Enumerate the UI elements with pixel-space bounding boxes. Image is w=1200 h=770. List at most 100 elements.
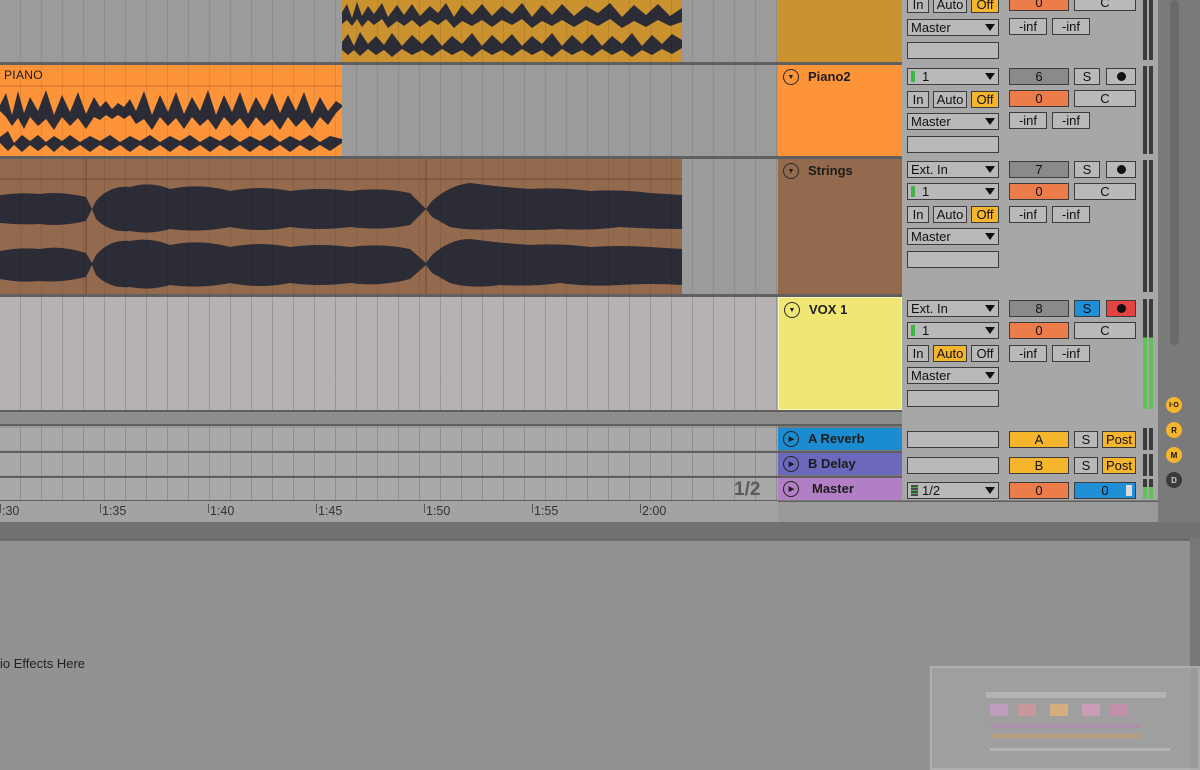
vertical-scrollbar[interactable] [1170, 0, 1179, 345]
play-icon[interactable]: ▶ [783, 481, 799, 497]
play-icon[interactable]: ▶ [783, 431, 799, 447]
track-title-piano2[interactable]: ▼ Piano2 [778, 65, 902, 156]
output-channel-field[interactable] [907, 136, 999, 153]
solo-button[interactable]: S [1074, 161, 1100, 178]
input-type-dropdown[interactable]: Ext. In [907, 300, 999, 317]
master-track[interactable]: ▶ Master [778, 478, 902, 500]
arm-button[interactable] [1106, 68, 1136, 85]
fold-icon[interactable]: ▼ [784, 302, 800, 318]
send-b-field[interactable]: -inf [1052, 112, 1090, 129]
fold-icon[interactable]: ▼ [783, 163, 799, 179]
fold-icon[interactable]: ▼ [783, 69, 799, 85]
audio-clip-top[interactable] [342, 0, 682, 62]
arm-button[interactable] [1106, 161, 1136, 178]
thumbnail-clip [1110, 704, 1128, 716]
level-meter [1149, 428, 1153, 450]
vox-lane[interactable] [0, 297, 778, 410]
track-title-vox1[interactable]: ▼ VOX 1 [778, 297, 902, 410]
monitor-off-button[interactable]: Off [971, 206, 999, 223]
monitor-auto-button[interactable]: Auto [933, 206, 967, 223]
arm-button[interactable] [1106, 300, 1136, 317]
pan-field[interactable]: C [1074, 90, 1136, 107]
volume-field[interactable]: 0 [1009, 322, 1069, 339]
return-lane-a[interactable] [0, 428, 778, 450]
track-number[interactable]: 6 [1009, 68, 1069, 85]
input-type-dropdown[interactable]: Ext. In [907, 161, 999, 178]
master-name: Master [812, 481, 854, 496]
send-b-field[interactable]: -inf [1052, 206, 1090, 223]
ruler-tick: 1:50 [423, 504, 451, 518]
cue-label: 1/2 [922, 483, 941, 498]
input-channel-dropdown[interactable]: 1 [907, 183, 999, 200]
monitor-auto-button[interactable]: Auto [933, 91, 967, 108]
returns-toggle-button[interactable]: R [1166, 422, 1182, 438]
return-output-field[interactable] [907, 431, 999, 448]
send-a-field[interactable]: -inf [1009, 18, 1047, 35]
thumbnail-clip [1050, 704, 1068, 716]
post-button[interactable]: Post [1102, 431, 1136, 448]
output-channel-field[interactable] [907, 251, 999, 268]
monitor-auto-button[interactable]: Auto [933, 0, 967, 13]
monitor-in-button[interactable]: In [907, 206, 929, 223]
output-dropdown[interactable]: Master [907, 367, 999, 384]
play-icon[interactable]: ▶ [783, 456, 799, 472]
monitor-in-button[interactable]: In [907, 345, 929, 362]
level-meter [1143, 428, 1147, 450]
ruler-tick: 1:35 [99, 504, 127, 518]
solo-button[interactable]: S [1074, 457, 1098, 474]
input-channel-label: 1 [922, 69, 930, 84]
return-track-a-reverb[interactable]: ▶ A Reverb [778, 428, 902, 450]
master-pan-field[interactable]: 0 [1074, 482, 1136, 499]
solo-button[interactable]: S [1074, 431, 1098, 448]
return-letter[interactable]: B [1009, 457, 1069, 474]
cue-out-dropdown[interactable]: 1/2 [907, 482, 999, 499]
delay-toggle-button[interactable]: D [1166, 472, 1182, 488]
send-a-field[interactable]: -inf [1009, 206, 1047, 223]
time-ruler[interactable]: :30 1:35 1:40 1:45 1:50 1:55 2:00 [0, 500, 778, 522]
monitor-off-button[interactable]: Off [971, 345, 999, 362]
monitor-auto-button[interactable]: Auto [933, 345, 967, 362]
volume-field[interactable]: 0 [1009, 90, 1069, 107]
chevron-down-icon [985, 188, 995, 195]
audio-clip-piano[interactable]: PIANO [0, 65, 342, 156]
panel-splitter[interactable] [0, 522, 1200, 538]
input-channel-dropdown[interactable]: 1 [907, 322, 999, 339]
solo-button[interactable]: S [1074, 68, 1100, 85]
return-lane-b[interactable] [0, 453, 778, 475]
pan-field[interactable]: C [1074, 183, 1136, 200]
send-b-field[interactable]: -inf [1052, 345, 1090, 362]
track-number[interactable]: 7 [1009, 161, 1069, 178]
return-letter[interactable]: A [1009, 431, 1069, 448]
return-output-field[interactable] [907, 457, 999, 474]
output-dropdown[interactable]: Master [907, 19, 999, 36]
output-dropdown[interactable]: Master [907, 228, 999, 245]
audio-clip-strings[interactable] [0, 159, 682, 294]
track-title-strings[interactable]: ▼ Strings [778, 159, 902, 294]
monitor-in-button[interactable]: In [907, 91, 929, 108]
master-volume-field[interactable]: 0 [1009, 482, 1069, 499]
output-channel-field[interactable] [907, 42, 999, 59]
mixer-toggle-button[interactable]: M [1166, 447, 1182, 463]
input-channel-dropdown[interactable]: 1 [907, 68, 999, 85]
io-toggle-button[interactable]: I·O [1166, 397, 1182, 413]
master-lane[interactable] [0, 478, 778, 500]
monitor-in-button[interactable]: In [907, 0, 929, 13]
output-channel-field[interactable] [907, 390, 999, 407]
post-button[interactable]: Post [1102, 457, 1136, 474]
thumbnail-row [990, 734, 1140, 738]
track-number[interactable]: 8 [1009, 300, 1069, 317]
volume-field[interactable]: 0 [1009, 0, 1069, 11]
thumbnail-clip [1018, 704, 1036, 716]
solo-button[interactable]: S [1074, 300, 1100, 317]
send-a-field[interactable]: -inf [1009, 112, 1047, 129]
output-dropdown[interactable]: Master [907, 113, 999, 130]
volume-field[interactable]: 0 [1009, 183, 1069, 200]
send-b-field[interactable]: -inf [1052, 18, 1090, 35]
send-a-field[interactable]: -inf [1009, 345, 1047, 362]
monitor-off-button[interactable]: Off [971, 91, 999, 108]
return-track-b-delay[interactable]: ▶ B Delay [778, 453, 902, 475]
pan-field[interactable]: C [1074, 322, 1136, 339]
track-title-top[interactable] [778, 0, 902, 62]
monitor-off-button[interactable]: Off [971, 0, 999, 13]
pan-field[interactable]: C [1074, 0, 1136, 11]
